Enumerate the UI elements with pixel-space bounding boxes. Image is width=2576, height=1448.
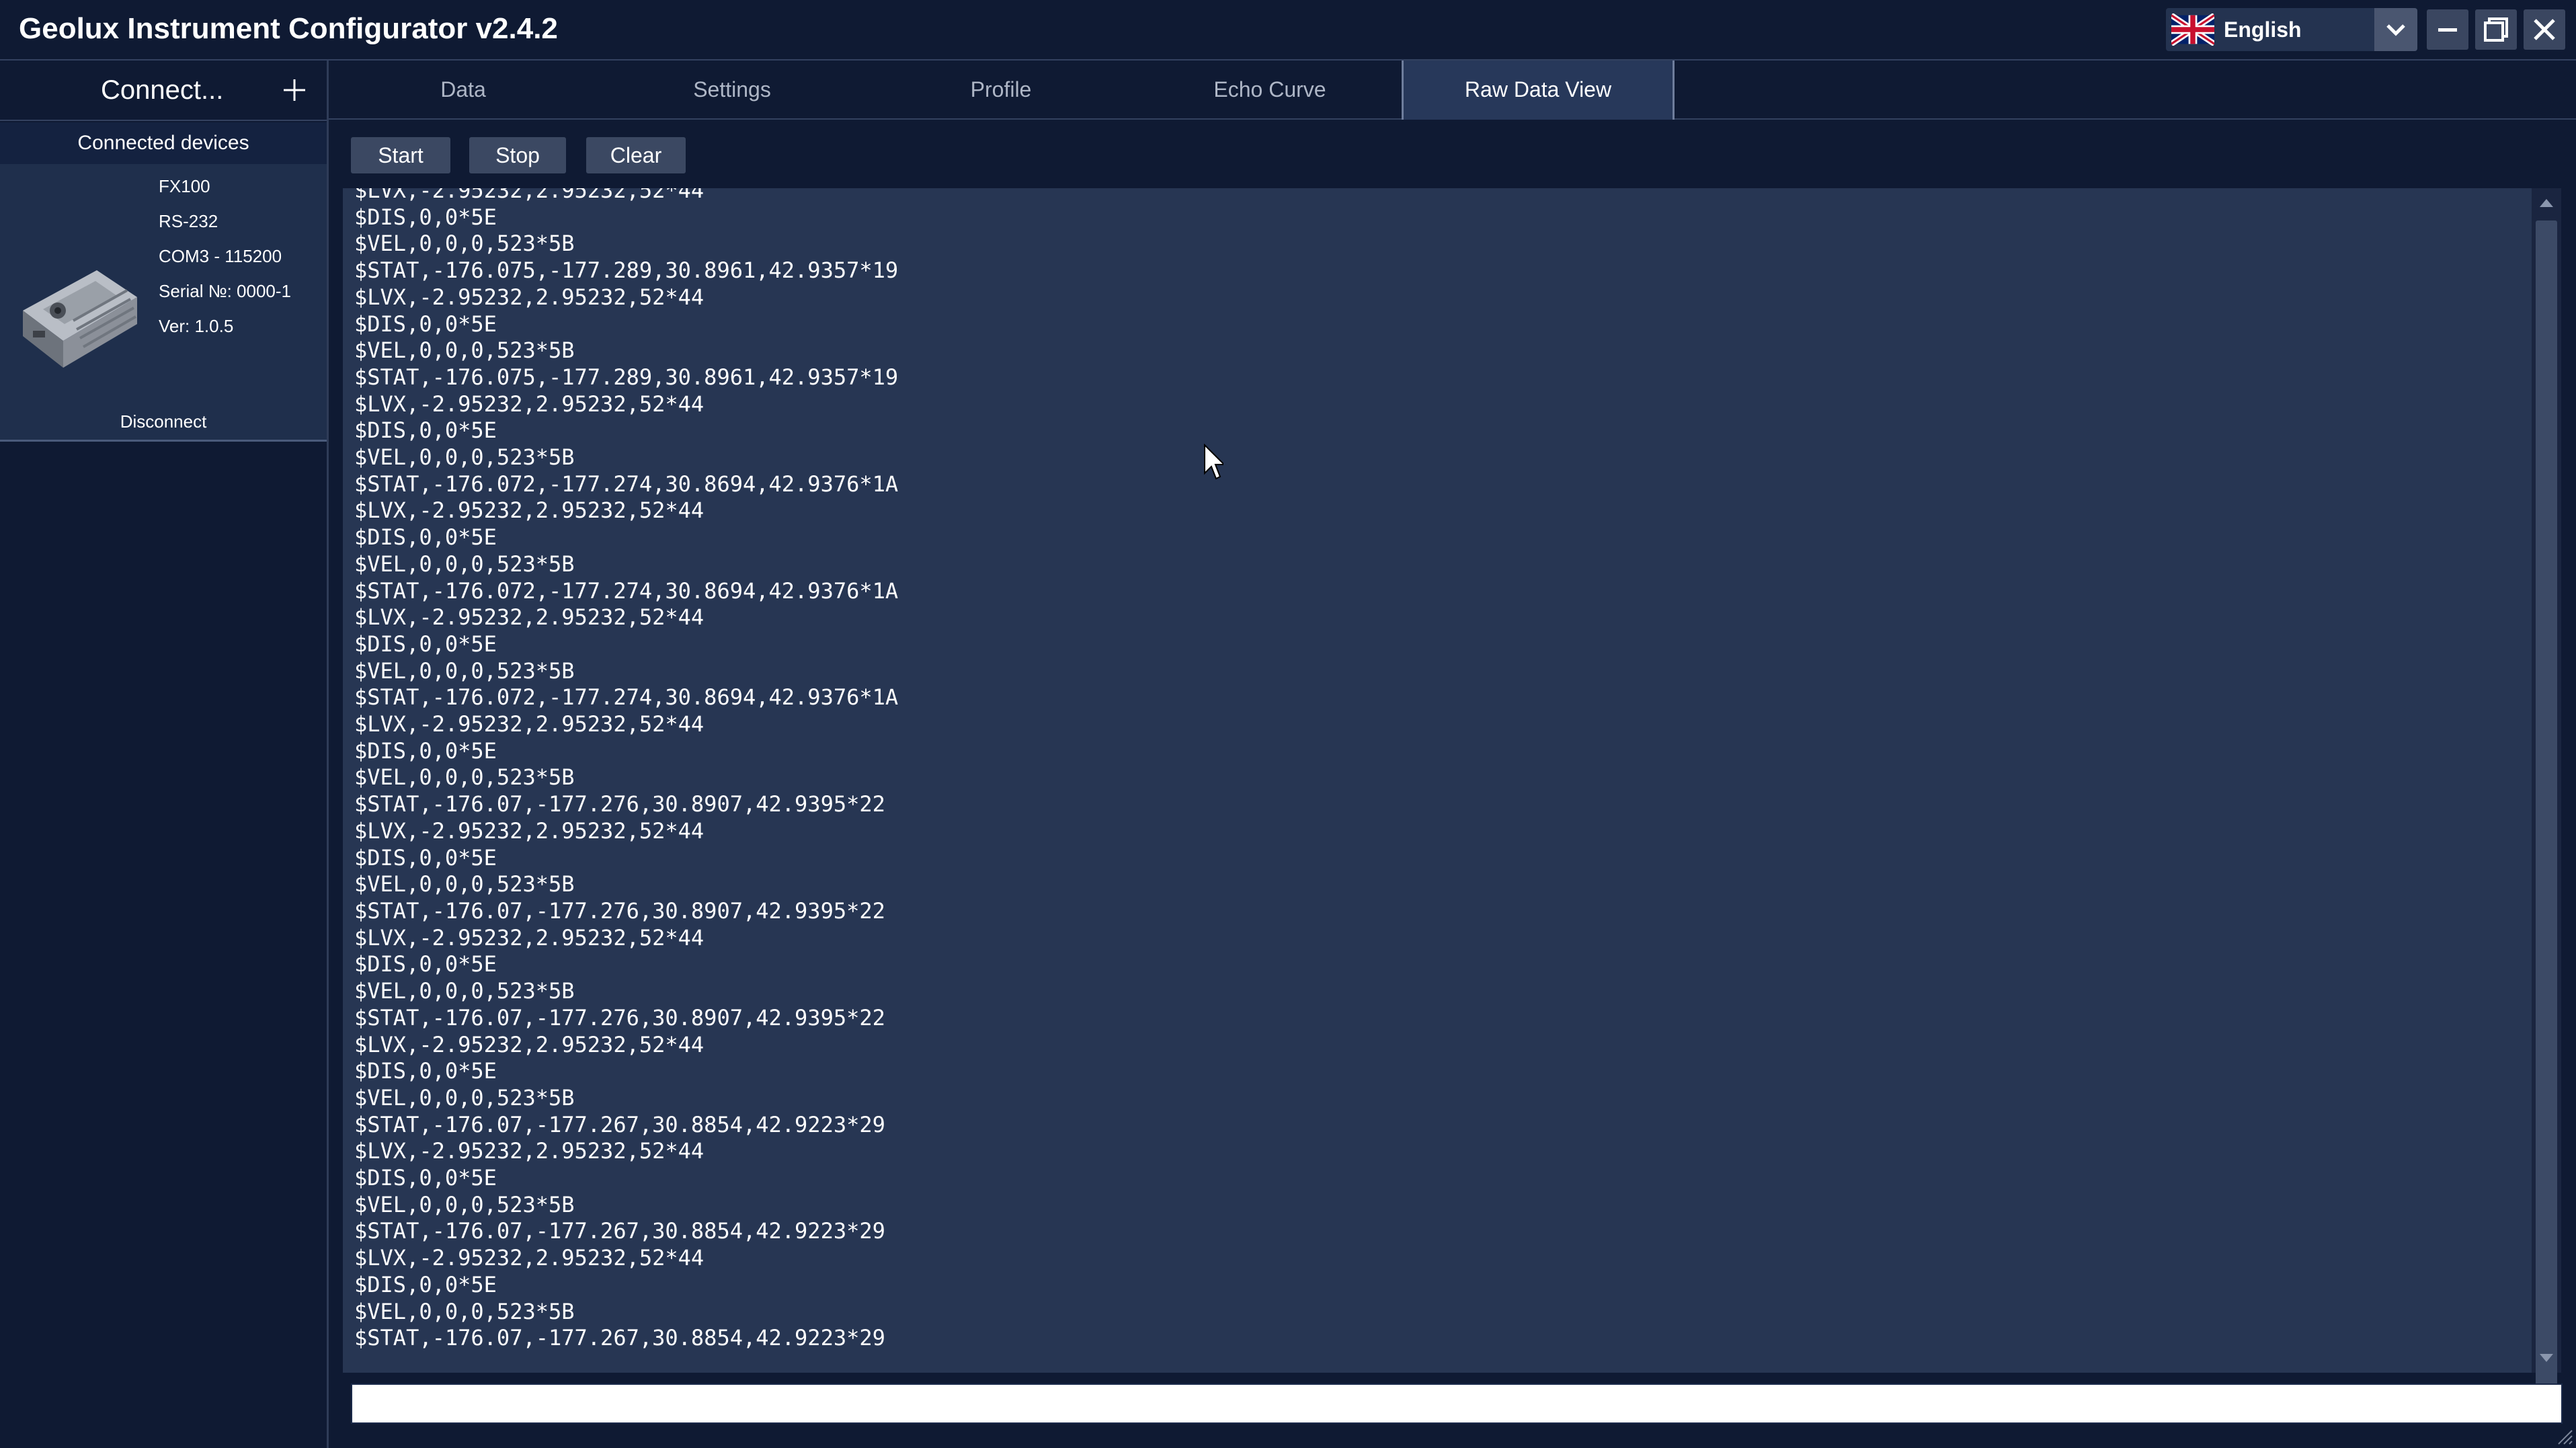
uk-flag-icon	[2171, 13, 2214, 46]
minimize-button[interactable]	[2427, 9, 2468, 50]
console-line: $VEL,0,0,0,523*5B	[354, 444, 575, 471]
resize-grip-icon[interactable]	[2554, 1426, 2573, 1445]
console-line: $STAT,-176.07,-177.267,30.8854,42.9223*2…	[354, 1325, 885, 1351]
device-version: Ver: 1.0.5	[159, 316, 234, 336]
command-input[interactable]	[351, 1383, 2563, 1424]
maximize-icon	[2484, 17, 2508, 42]
maximize-button[interactable]	[2475, 9, 2517, 50]
console-line: $STAT,-176.07,-177.276,30.8907,42.9395*2…	[354, 1004, 885, 1031]
console-line: $DIS,0,0*5E	[354, 311, 497, 337]
connect-label: Connect...	[101, 75, 224, 105]
console-line: $STAT,-176.072,-177.274,30.8694,42.9376*…	[354, 577, 899, 604]
console-line: $DIS,0,0*5E	[354, 524, 497, 551]
tab-raw-data-view[interactable]: Raw Data View	[1402, 61, 1675, 120]
close-icon	[2534, 19, 2555, 40]
device-serial: Serial №: 0000-1	[159, 281, 291, 301]
connected-devices-header: Connected devices	[0, 122, 327, 164]
console-line: $LVX,-2.95232,2.95232,52*44	[354, 1031, 705, 1057]
console-line: $DIS,0,0*5E	[354, 844, 497, 871]
console-line: $VEL,0,0,0,523*5B	[354, 764, 575, 791]
console-line: $VEL,0,0,0,523*5B	[354, 871, 575, 897]
console-line: $LVX,-2.95232,2.95232,52*44	[354, 1245, 705, 1271]
console-line: $VEL,0,0,0,523*5B	[354, 1191, 575, 1217]
device-interface: RS-232	[159, 211, 218, 231]
plus-icon[interactable]	[281, 77, 308, 104]
console-line: $DIS,0,0*5E	[354, 204, 497, 230]
console-line: $VEL,0,0,0,523*5B	[354, 657, 575, 684]
console-line: $VEL,0,0,0,523*5B	[354, 551, 575, 577]
raw-data-console[interactable]: $LVX,-2.95232,2.95232,52*44 $DIS,0,0*5E $V…	[343, 188, 2532, 1373]
tab-profile[interactable]: Profile	[867, 61, 1135, 118]
console-line: $STAT,-176.07,-177.276,30.8907,42.9395*2…	[354, 791, 885, 817]
console-line: $STAT,-176.075,-177.289,30.8961,42.9357*…	[354, 257, 899, 284]
tab-echo-curve[interactable]: Echo Curve	[1135, 61, 1404, 118]
console-line: $VEL,0,0,0,523*5B	[354, 978, 575, 1004]
console-line: $LVX,-2.95232,2.95232,52*44	[354, 604, 705, 631]
device-image	[23, 270, 137, 368]
console-line: $VEL,0,0,0,523*5B	[354, 337, 575, 364]
console-line: $LVX,-2.95232,2.95232,52*44	[354, 284, 705, 310]
language-label: English	[2224, 17, 2302, 42]
console-line: $LVX,-2.95232,2.95232,52*44	[354, 391, 705, 417]
console-line: $LVX,-2.95232,2.95232,52*44	[354, 817, 705, 844]
device-model: FX100	[159, 176, 210, 196]
console-line: $VEL,0,0,0,523*5B	[354, 1298, 575, 1324]
console-line: $STAT,-176.07,-177.267,30.8854,42.9223*2…	[354, 1218, 885, 1244]
tab-data[interactable]: Data	[329, 61, 598, 118]
console-line: $LVX,-2.95232,2.95232,52*44	[354, 711, 705, 737]
chevron-down-icon	[2386, 24, 2405, 36]
console-line: $STAT,-176.07,-177.276,30.8907,42.9395*2…	[354, 897, 885, 924]
console-line: $STAT,-176.075,-177.289,30.8961,42.9357*…	[354, 364, 899, 390]
stop-button[interactable]: Stop	[469, 137, 566, 173]
tab-settings[interactable]: Settings	[598, 61, 867, 118]
close-button[interactable]	[2524, 9, 2565, 50]
minimize-icon	[2438, 28, 2457, 32]
clear-button[interactable]: Clear	[586, 137, 686, 173]
console-line: $LVX,-2.95232,2.95232,52*44	[354, 497, 705, 524]
console-line: $DIS,0,0*5E	[354, 1271, 497, 1297]
console-line: $DIS,0,0*5E	[354, 951, 497, 977]
console-line: $STAT,-176.07,-177.267,30.8854,42.9223*2…	[354, 1111, 885, 1137]
device-port: COM3 - 115200	[159, 246, 282, 266]
console-line: $VEL,0,0,0,523*5B	[354, 1084, 575, 1111]
scroll-up-icon[interactable]	[2532, 188, 2561, 218]
console-line: $DIS,0,0*5E	[354, 631, 497, 657]
disconnect-button[interactable]: Disconnect	[0, 411, 327, 432]
console-line: $STAT,-176.072,-177.274,30.8694,42.9376*…	[354, 471, 899, 497]
console-line: $DIS,0,0*5E	[354, 737, 497, 764]
console-line: $STAT,-176.072,-177.274,30.8694,42.9376*…	[354, 684, 899, 711]
console-line: $LVX,-2.95232,2.95232,52*44	[354, 1138, 705, 1164]
language-select[interactable]: English	[2166, 8, 2417, 51]
console-line: $VEL,0,0,0,523*5B	[354, 231, 575, 257]
console-line: $DIS,0,0*5E	[354, 417, 497, 444]
console-line: $DIS,0,0*5E	[354, 1058, 497, 1084]
title-bar: Geolux Instrument Configurator v2.4.2 En…	[0, 0, 2576, 61]
console-line: $LVX,-2.95232,2.95232,52*44	[354, 924, 705, 951]
console-line: $DIS,0,0*5E	[354, 1165, 497, 1191]
app-title: Geolux Instrument Configurator v2.4.2	[19, 12, 558, 45]
console-text: $LVX,-2.95232,2.95232,52*44 $DIS,0,0*5E $V…	[354, 188, 898, 1352]
tab-bar: Data Settings Profile Echo Curve Raw Dat…	[329, 61, 2576, 120]
console-scrollbar[interactable]	[2532, 188, 2561, 1397]
scroll-down-icon[interactable]	[2532, 1343, 2561, 1373]
console-line: $LVX,-2.95232,2.95232,52*44	[354, 188, 705, 203]
language-dropdown-button[interactable]	[2374, 8, 2417, 51]
device-card[interactable]: Connected devices FX100 RS-232 COM3 - 11…	[0, 122, 327, 442]
start-button[interactable]: Start	[351, 137, 450, 173]
sidebar: Connect... Connected devices FX100 RS-23…	[0, 61, 329, 1448]
connect-button[interactable]: Connect...	[0, 61, 327, 121]
mouse-cursor-icon	[1204, 444, 1223, 480]
scrollbar-thumb[interactable]	[2536, 220, 2557, 1397]
